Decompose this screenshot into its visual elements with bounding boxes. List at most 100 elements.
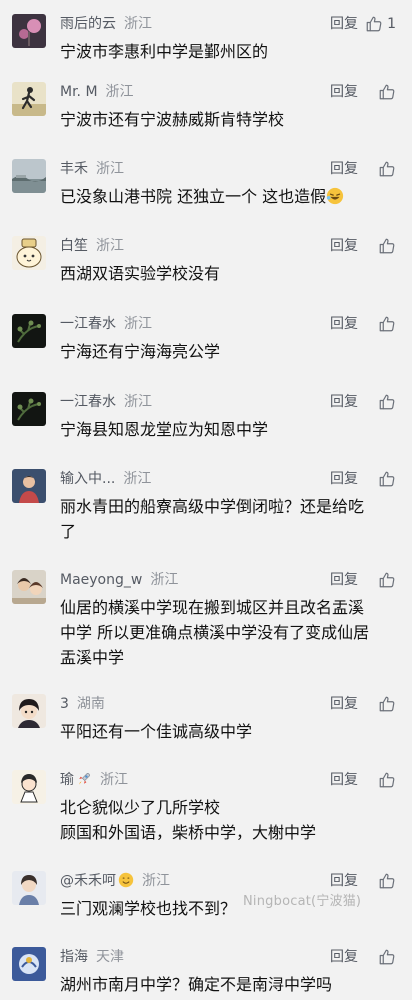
thumbs-up-icon (379, 84, 395, 100)
username[interactable]: Maeyong_w (60, 572, 142, 588)
username[interactable]: @禾禾呵 (60, 872, 134, 889)
comment-meta: 白笙 浙江 (60, 236, 124, 256)
reply-button[interactable]: 回复 (330, 694, 358, 714)
reply-button[interactable]: 回复 (330, 82, 358, 102)
comment-text: 宁海县知恩龙堂应为知恩中学 (60, 420, 269, 439)
location: 浙江 (124, 16, 152, 32)
avatar[interactable] (12, 871, 46, 905)
location: 浙江 (105, 84, 134, 100)
comment-text: 西湖双语实验学校没有 (60, 264, 221, 283)
username[interactable]: 白笙 (60, 238, 88, 254)
comment-meta: 一江春水 浙江 (60, 314, 152, 334)
thumbs-up-icon (379, 471, 395, 487)
avatar[interactable] (12, 694, 46, 728)
location: 浙江 (124, 394, 152, 410)
comment-meta: 雨后的云 浙江 (60, 14, 152, 34)
username[interactable]: 一江春水 (60, 316, 116, 332)
like-button[interactable] (378, 82, 396, 102)
location: 浙江 (100, 772, 128, 788)
reply-button[interactable]: 回复 (330, 392, 358, 412)
reply-button[interactable]: 回复 (330, 770, 358, 790)
avatar[interactable] (12, 159, 46, 193)
avatar[interactable] (12, 14, 46, 48)
location: 天津 (96, 949, 124, 965)
comment-text: 宁波市李惠利中学是鄞州区的 (60, 42, 269, 61)
like-button[interactable]: 1 (365, 14, 396, 34)
location: 浙江 (123, 471, 152, 487)
thumbs-up-icon (379, 394, 395, 410)
reply-button[interactable]: 回复 (330, 236, 358, 256)
comment-meta: 一江春水 浙江 (60, 392, 152, 412)
comment-meta: Maeyong_w 浙江 (60, 570, 178, 590)
avatar[interactable] (12, 570, 46, 604)
like-button[interactable] (378, 236, 396, 256)
username[interactable]: 指海 (60, 949, 88, 965)
like-button[interactable] (378, 314, 396, 334)
comment-text: 平阳还有一个佳诚高级中学 (60, 722, 253, 741)
reply-button[interactable]: 回复 (330, 871, 358, 891)
smile-emoji-icon (118, 872, 134, 888)
avatar[interactable] (12, 314, 46, 348)
thumbs-up-icon (379, 161, 395, 177)
comment-text: 丽水青田的船寮高级中学倒闭啦？还是给吃 了 (60, 497, 365, 541)
username[interactable]: Mr. M (60, 84, 98, 100)
like-button[interactable] (378, 570, 396, 590)
like-count: 1 (387, 16, 396, 32)
username[interactable]: 3 (60, 696, 69, 712)
reply-button[interactable]: 回复 (330, 469, 358, 489)
thumbs-up-icon (379, 772, 395, 788)
comment-meta: @禾禾呵 浙江 (60, 871, 170, 891)
comment-text: 仙居的横溪中学现在搬到城区并且改名盂溪 中学 所以更准确点横溪中学没有了变成仙居… (60, 598, 370, 667)
avatar[interactable] (12, 392, 46, 426)
avatar[interactable] (12, 947, 46, 981)
username[interactable]: 雨后的云 (60, 16, 116, 32)
comment-text: 宁波市还有宁波赫威斯肯特学校 (60, 110, 285, 129)
reply-button[interactable]: 回复 (330, 570, 358, 590)
comment-meta: 输入中... 浙江 (60, 469, 151, 489)
like-button[interactable] (378, 947, 396, 967)
reply-button[interactable]: 回复 (330, 947, 358, 967)
thumbs-up-icon (379, 873, 395, 889)
thumbs-up-icon (379, 696, 395, 712)
username[interactable]: 瑜 (60, 772, 92, 788)
comment-meta: 瑜浙江 (60, 770, 128, 790)
username[interactable]: 输入中... (60, 471, 115, 487)
like-button[interactable] (378, 770, 396, 790)
like-button[interactable] (378, 694, 396, 714)
avatar[interactable] (12, 82, 46, 116)
username[interactable]: 一江春水 (60, 394, 116, 410)
comment-meta: 丰禾 浙江 (60, 159, 124, 179)
location: 浙江 (96, 161, 124, 177)
avatar[interactable] (12, 469, 46, 503)
reply-button[interactable]: 回复 (330, 314, 358, 334)
location: 浙江 (142, 873, 170, 889)
comment-meta: Mr. M 浙江 (60, 82, 134, 102)
comment-meta: 指海 天津 (60, 947, 124, 967)
thumbs-up-icon (379, 949, 395, 965)
thumbs-up-icon (379, 316, 395, 332)
username[interactable]: 丰禾 (60, 161, 88, 177)
location: 浙江 (96, 238, 124, 254)
watermark: Ningbocat(宁波猫) (243, 894, 362, 909)
like-button[interactable] (378, 159, 396, 179)
comment-text: 北仑貌似少了几所学校 顾国和外国语，柴桥中学，大榭中学 (60, 798, 317, 842)
location: 浙江 (124, 316, 152, 332)
like-button[interactable] (378, 871, 396, 891)
thumbs-up-icon (379, 572, 395, 588)
comment-text: 湖州市南月中学？确定不是南浔中学吗 (60, 975, 333, 994)
avatar[interactable] (12, 770, 46, 804)
reply-button[interactable]: 回复 (330, 14, 358, 34)
thumbs-up-icon (366, 16, 382, 32)
like-button[interactable] (378, 469, 396, 489)
location: 浙江 (150, 572, 179, 588)
location: 湖南 (76, 696, 105, 712)
like-button[interactable] (378, 392, 396, 412)
comment-meta: 3 湖南 (60, 694, 105, 714)
rocket-emoji-icon (79, 773, 90, 785)
reply-button[interactable]: 回复 (330, 159, 358, 179)
laughing-emoji-icon (327, 187, 344, 205)
comment-text: 已没象山港书院 还独立一个 这也造假 (60, 184, 380, 209)
comment-text: 宁海还有宁海海亮公学 (60, 342, 221, 361)
thumbs-up-icon (379, 238, 395, 254)
avatar[interactable] (12, 236, 46, 270)
